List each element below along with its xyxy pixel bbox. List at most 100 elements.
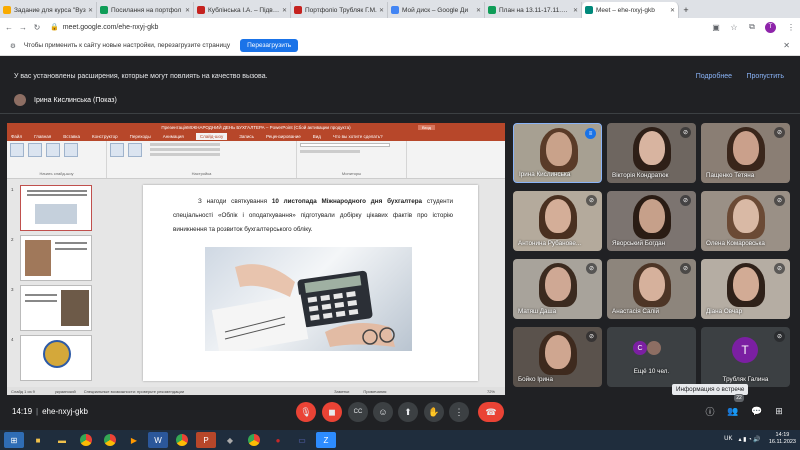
participant-tile[interactable]: Антонина Рубанове... ⊘	[513, 191, 602, 251]
participant-tile[interactable]: Ірина Кислинська ≡	[513, 123, 602, 183]
app-icon[interactable]: ◆	[220, 432, 240, 448]
status-notes: Заметки	[334, 388, 350, 394]
browser-tab[interactable]: Meet – ehe-nxyj-gkb ✕	[582, 2, 679, 18]
url-field[interactable]: 🔒 meet.google.com/ehe-nxyj-gkb	[50, 23, 705, 32]
camera-off-button[interactable]: ◼	[322, 402, 342, 422]
participant-avatar: T	[732, 337, 758, 363]
chrome-icon[interactable]	[76, 432, 96, 448]
folder-icon[interactable]: ▬	[52, 432, 72, 448]
participant-tile[interactable]: Яворський Богдан ⊘	[607, 191, 696, 251]
avatar-letter: T	[768, 24, 773, 30]
participant-tile[interactable]: T Трубляк Галина ⊘	[701, 327, 790, 387]
close-tab-icon[interactable]: ✕	[88, 7, 93, 14]
participant-name: Анастасія Салій	[612, 308, 660, 315]
captions-button[interactable]: CC	[348, 402, 368, 422]
star-icon[interactable]: ☆	[727, 23, 741, 32]
ppt-title-bar: ПрезентаціяМІЖНАРОДНИЙ ДЕНЬ БУХГАЛТЕРА –…	[7, 123, 505, 132]
reload-page-button[interactable]: Перезагрузить	[240, 39, 299, 52]
raise-hand-button[interactable]: ✋	[424, 402, 444, 422]
lock-icon[interactable]: 🔒	[50, 23, 59, 31]
start-icon[interactable]: ⊞	[4, 432, 24, 448]
browser-tab[interactable]: Задание для курса "Вуз ✕	[0, 2, 97, 18]
ribbon-group-start: Начать слайд-шоу	[7, 141, 107, 178]
participant-name: Олена Комаровська	[706, 240, 765, 247]
tab-favicon	[100, 6, 108, 14]
present-button[interactable]: ⬆	[398, 402, 418, 422]
reactions-button[interactable]: ☺	[373, 402, 393, 422]
divider	[0, 113, 800, 114]
tab-favicon	[585, 6, 593, 14]
tray-icons[interactable]: ▴ ▮ ◔ 🔊	[738, 436, 760, 443]
participant-tile[interactable]: Пащенко Тетяна ⊘	[701, 123, 790, 183]
close-tab-icon[interactable]: ✕	[185, 7, 190, 14]
back-icon[interactable]: ←	[4, 23, 14, 32]
calculator-photo	[205, 247, 412, 355]
info-button[interactable]: ⓘ	[703, 404, 717, 418]
app-icon[interactable]: ▭	[292, 432, 312, 448]
new-tab-icon[interactable]: +	[679, 2, 693, 18]
mic-muted-icon: ⊘	[586, 331, 597, 342]
profile-avatar[interactable]: T	[765, 21, 776, 33]
language-indicator[interactable]: UK	[724, 436, 732, 442]
explorer-icon[interactable]: ■	[28, 432, 48, 448]
media-player-icon[interactable]: ▶	[124, 432, 144, 448]
mic-muted-icon: ⊘	[586, 195, 597, 206]
chrome-icon[interactable]	[172, 432, 192, 448]
people-icon: 👥	[727, 405, 739, 416]
ppt-ribbon: Начать слайд-шоу Настройка Мониторы	[7, 141, 505, 179]
participant-tile[interactable]: Вікторія Кондратюк ⊘	[607, 123, 696, 183]
people-button[interactable]: 👥	[726, 404, 740, 418]
current-slide: З нагоди святкування 10 листопада Міжнар…	[143, 185, 478, 381]
forward-icon[interactable]: →	[18, 23, 28, 32]
chrome-icon[interactable]	[244, 432, 264, 448]
participant-tile[interactable]: C Ещё 10 чел.	[607, 327, 696, 387]
thumbnail-line	[27, 194, 87, 196]
browser-tab[interactable]: Портфоліо Трубляк Г.М. ✕	[291, 2, 388, 18]
close-tab-icon[interactable]: ✕	[573, 7, 578, 14]
tab-title: План на 13.11-17.11.202	[499, 6, 571, 14]
mic-off-button[interactable]: 🎙	[296, 402, 316, 422]
close-tab-icon[interactable]: ✕	[670, 7, 675, 14]
participant-tile[interactable]: Бойко Ірина ⊘	[513, 327, 602, 387]
participant-tile[interactable]: Анастасія Салій ⊘	[607, 259, 696, 319]
app-icon[interactable]: ●	[268, 432, 288, 448]
browser-tab[interactable]: Кублінська І.А. – Підвиш ✕	[194, 2, 291, 18]
reload-icon[interactable]: ↻	[32, 23, 42, 32]
present-icon: ⬆	[404, 406, 412, 417]
chrome-icon[interactable]	[100, 432, 120, 448]
status-language: украинский	[54, 388, 76, 394]
powerpoint-icon[interactable]: P	[196, 432, 216, 448]
more-options-button[interactable]: ⋮	[449, 402, 469, 422]
mic-muted-icon: ⊘	[774, 127, 785, 138]
details-link[interactable]: Подробнее	[696, 73, 732, 80]
browser-tab[interactable]: Посилання на портфол ✕	[97, 2, 194, 18]
chat-button[interactable]: 💬	[750, 404, 764, 418]
slide-thumbnail	[20, 285, 92, 331]
participant-tile[interactable]: Олена Комаровська ⊘	[701, 191, 790, 251]
word-icon[interactable]: W	[148, 432, 168, 448]
browser-tab[interactable]: План на 13.11-17.11.202 ✕	[485, 2, 582, 18]
participant-tile[interactable]: Діана Овчар ⊘	[701, 259, 790, 319]
participant-face	[545, 199, 571, 233]
skip-link[interactable]: Пропустить	[747, 73, 785, 80]
clock[interactable]: 14:19 16.11.2023	[769, 432, 796, 446]
camera-icon[interactable]: ▣	[709, 23, 723, 32]
ppt-login-button: Вход	[417, 125, 435, 130]
slide-number: 4	[11, 337, 14, 342]
phone-hangup-icon: ☎	[485, 406, 497, 417]
participant-tile[interactable]: Матяш Даша ⊘	[513, 259, 602, 319]
chat-icon: 💬	[751, 405, 763, 416]
close-infobar-icon[interactable]: ✕	[783, 41, 790, 50]
menu-icon[interactable]: ⋮	[786, 23, 796, 32]
ppt-menu-item: Конструктор	[91, 134, 118, 139]
infobar-text: Чтобы применить к сайту новые настройки,…	[23, 42, 231, 49]
close-tab-icon[interactable]: ✕	[379, 7, 384, 14]
extensions-icon[interactable]: ⧉	[745, 22, 759, 32]
close-tab-icon[interactable]: ✕	[476, 7, 481, 14]
leave-call-button[interactable]: ☎	[478, 402, 504, 422]
zoom-icon[interactable]: Z	[316, 432, 336, 448]
tab-favicon	[391, 6, 399, 14]
activities-button[interactable]: ⊞	[772, 404, 786, 418]
browser-tab[interactable]: Мой диск – Google Ди ✕	[388, 2, 485, 18]
close-tab-icon[interactable]: ✕	[282, 7, 287, 14]
